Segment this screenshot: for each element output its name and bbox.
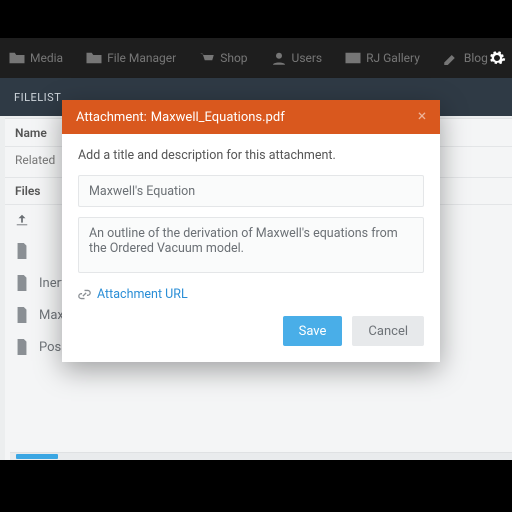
app-window: Media File Manager Shop Users RJ Gallery bbox=[0, 38, 512, 460]
pencil-icon bbox=[442, 51, 460, 65]
folder-icon bbox=[85, 51, 103, 65]
cancel-button[interactable]: Cancel bbox=[352, 316, 424, 346]
folder-icon bbox=[8, 51, 26, 65]
gear-icon bbox=[488, 49, 506, 67]
bottom-bar bbox=[10, 452, 512, 460]
file-icon bbox=[15, 243, 29, 259]
attachment-url-link[interactable]: Attachment URL bbox=[78, 283, 424, 312]
upload-icon bbox=[15, 213, 29, 227]
close-icon[interactable]: × bbox=[412, 106, 432, 126]
nav-item-blog[interactable]: Blog bbox=[442, 51, 488, 65]
modal-header: Attachment: Maxwell_Equations.pdf × bbox=[62, 100, 440, 134]
cart-icon bbox=[198, 51, 216, 65]
save-button[interactable]: Save bbox=[283, 316, 343, 346]
nav-label: File Manager bbox=[107, 51, 176, 65]
nav-item-shop[interactable]: Shop bbox=[198, 51, 247, 65]
nav-label: Users bbox=[292, 51, 323, 65]
nav-label: Blog bbox=[464, 51, 488, 65]
modal-help-text: Add a title and description for this att… bbox=[78, 148, 424, 163]
nav-item-gallery[interactable]: RJ Gallery bbox=[344, 51, 420, 65]
user-icon bbox=[270, 51, 288, 65]
attachment-url-label: Attachment URL bbox=[97, 287, 188, 302]
attachment-title-input[interactable] bbox=[78, 175, 424, 207]
link-icon bbox=[78, 288, 91, 301]
file-icon bbox=[15, 275, 29, 291]
image-icon bbox=[344, 51, 362, 65]
attachment-modal: Attachment: Maxwell_Equations.pdf × Add … bbox=[62, 100, 440, 362]
nav-label: Shop bbox=[220, 51, 247, 65]
nav-item-users[interactable]: Users bbox=[270, 51, 323, 65]
modal-filename: Maxwell_Equations.pdf bbox=[151, 110, 285, 125]
subheader-title: FILELIST bbox=[14, 91, 61, 104]
nav-item-filemanager[interactable]: File Manager bbox=[85, 51, 176, 65]
settings-button[interactable]: Settings bbox=[488, 49, 512, 67]
nav-item-media[interactable]: Media bbox=[8, 51, 63, 65]
nav-label: Media bbox=[30, 51, 63, 65]
file-icon bbox=[15, 307, 29, 323]
file-icon bbox=[15, 339, 29, 355]
active-tab-indicator bbox=[16, 454, 58, 459]
top-nav: Media File Manager Shop Users RJ Gallery bbox=[0, 38, 512, 78]
nav-label: RJ Gallery bbox=[366, 51, 420, 65]
modal-footer: Save Cancel bbox=[62, 316, 440, 362]
modal-title-prefix: Attachment: bbox=[76, 110, 147, 125]
attachment-description-input[interactable]: An outline of the derivation of Maxwell'… bbox=[78, 217, 424, 273]
